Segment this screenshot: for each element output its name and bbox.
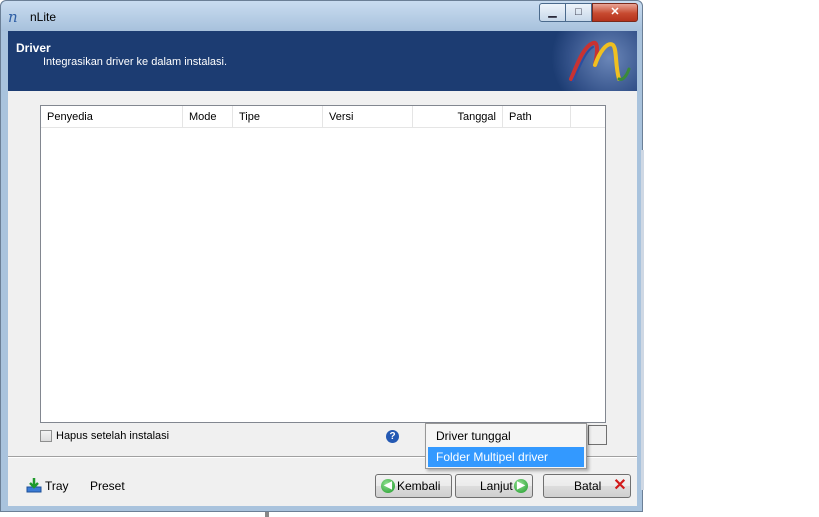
- driver-list[interactable]: Penyedia Mode Tipe Versi Tanggal Path: [40, 105, 606, 423]
- title-bar[interactable]: n nLite ▁ □ ✕: [1, 1, 642, 31]
- close-button[interactable]: ✕: [592, 3, 638, 22]
- column-header-tipe[interactable]: Tipe: [233, 106, 323, 128]
- next-button[interactable]: Lanjut ▶: [455, 474, 533, 498]
- column-header-filler: [571, 106, 605, 128]
- back-label: Kembali: [397, 479, 441, 493]
- tray-label: Tray: [45, 479, 69, 493]
- menu-item-multiple-driver-folder[interactable]: Folder Multipel driver: [428, 447, 584, 467]
- page-header: Driver Integrasikan driver ke dalam inst…: [8, 31, 637, 91]
- next-arrow-icon: ▶: [514, 479, 528, 493]
- back-arrow-icon: ◀: [381, 479, 395, 493]
- cancel-button[interactable]: Batal ✕: [543, 474, 631, 498]
- column-header-versi[interactable]: Versi: [323, 106, 413, 128]
- nlite-header-logo-icon: [545, 31, 637, 91]
- nlite-logo-icon: n: [8, 8, 18, 26]
- insert-button[interactable]: [588, 425, 607, 445]
- menu-item-single-driver[interactable]: Driver tunggal: [428, 426, 584, 446]
- page-title: Driver: [16, 41, 51, 55]
- window-title: nLite: [30, 10, 57, 24]
- remove-after-install-checkbox[interactable]: [40, 430, 52, 442]
- remove-after-install-label: Hapus setelah instalasi: [56, 430, 170, 442]
- insert-dropdown-menu: Driver tunggal Folder Multipel driver: [425, 423, 587, 469]
- background-window-edge: [641, 150, 644, 490]
- help-icon[interactable]: ?: [386, 430, 399, 443]
- page-subtitle: Integrasikan driver ke dalam instalasi.: [43, 56, 228, 68]
- minimize-button[interactable]: ▁: [539, 3, 566, 22]
- background-window-fragment: [265, 512, 269, 517]
- next-label: Lanjut: [480, 479, 513, 493]
- column-header-tanggal[interactable]: Tanggal: [413, 106, 503, 128]
- preset-button[interactable]: Preset: [90, 479, 125, 493]
- column-header-path[interactable]: Path: [503, 106, 571, 128]
- column-header-mode[interactable]: Mode: [183, 106, 233, 128]
- back-button[interactable]: ◀ Kembali: [375, 474, 452, 498]
- cancel-label: Batal: [574, 479, 602, 493]
- maximize-button[interactable]: □: [565, 3, 592, 22]
- cancel-x-icon: ✕: [613, 477, 627, 494]
- column-header-penyedia[interactable]: Penyedia: [41, 106, 183, 128]
- tray-download-icon: [26, 478, 42, 493]
